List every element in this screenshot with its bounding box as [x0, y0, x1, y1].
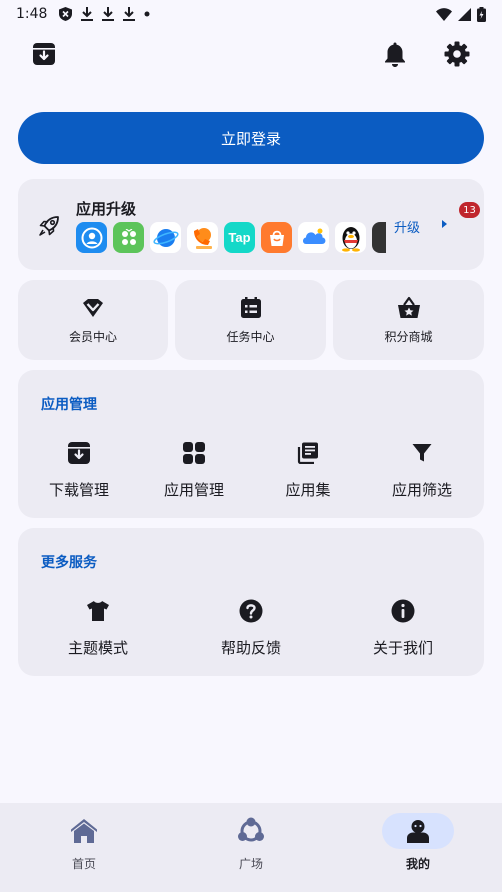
- status-time: 1:48: [16, 6, 48, 22]
- app-filter-item[interactable]: 应用筛选: [364, 440, 480, 500]
- about-us-item[interactable]: 关于我们: [345, 598, 461, 658]
- info-circle-icon: [391, 599, 415, 623]
- nav-profile[interactable]: 我的: [358, 813, 478, 872]
- archive-download-icon: [33, 43, 55, 65]
- upgrade-action-label[interactable]: 升级: [394, 217, 420, 236]
- dot-icon: [144, 11, 150, 17]
- gear-icon: [444, 41, 470, 67]
- app-blue-person-icon: [76, 222, 107, 253]
- nav-home-label: 首页: [71, 857, 96, 871]
- community-icon: [238, 817, 264, 842]
- app-planet-icon: [150, 222, 181, 253]
- shield-x-icon: [59, 7, 73, 21]
- apps-grid-icon: [183, 442, 205, 464]
- theme-mode-label: 主题模式: [67, 639, 128, 657]
- task-center-label: 任务中心: [226, 330, 275, 344]
- task-center-card[interactable]: 任务中心: [175, 280, 326, 360]
- collection-icon: [297, 442, 318, 464]
- top-app-bar: [0, 36, 502, 72]
- vip-chevron-icon: [83, 299, 103, 317]
- app-penguin-icon: [335, 222, 366, 253]
- app-manager-item[interactable]: 应用管理: [136, 440, 252, 500]
- about-us-label: 关于我们: [372, 639, 433, 657]
- vip-center-label: 会员中心: [68, 330, 117, 344]
- app-green-grid-icon: [113, 222, 144, 253]
- upgrade-arrow-icon: [442, 220, 447, 228]
- app-dark-icon: [372, 222, 386, 253]
- nav-square[interactable]: 广场: [191, 813, 311, 872]
- theme-mode-item[interactable]: 主题模式: [40, 598, 156, 658]
- tshirt-icon: [87, 601, 109, 621]
- bottom-navigation: 首页 广场 我的: [0, 803, 502, 892]
- star-basket-icon: [397, 296, 420, 318]
- nav-square-label: 广场: [238, 857, 263, 871]
- battery-icon: [477, 6, 486, 22]
- archive-download-button[interactable]: [28, 38, 60, 70]
- app-filter-label: 应用筛选: [391, 481, 452, 499]
- bell-icon: [385, 42, 405, 67]
- profile-icon: [407, 820, 429, 843]
- notifications-button[interactable]: [379, 38, 411, 70]
- upgrade-app-icons: Tap: [76, 222, 386, 253]
- more-services-title: 更多服务: [41, 555, 97, 571]
- vip-center-card[interactable]: 会员中心: [18, 280, 168, 360]
- app-collection-item[interactable]: 应用集: [250, 440, 366, 500]
- app-orange-phone-icon: [187, 222, 218, 253]
- login-button[interactable]: 立即登录: [18, 112, 484, 164]
- app-blue-cloud-icon: [298, 222, 329, 253]
- download-manager-item[interactable]: 下载管理: [21, 440, 137, 500]
- filter-icon: [412, 444, 432, 462]
- app-orange-bag-icon: [261, 222, 292, 253]
- signal-icon: [458, 7, 471, 21]
- task-calendar-icon: [240, 297, 261, 318]
- app-tap-icon: Tap: [224, 222, 255, 253]
- download-icon: [81, 7, 94, 21]
- status-bar: 1:48: [0, 0, 502, 28]
- download-icon: [102, 7, 115, 21]
- settings-button[interactable]: [441, 38, 473, 70]
- status-system-icons: [436, 6, 486, 22]
- app-collection-label: 应用集: [285, 481, 331, 499]
- more-services-section: 更多服务 主题模式 帮助反馈 关于我们: [18, 528, 484, 676]
- wifi-icon: [436, 7, 452, 21]
- app-management-section: 应用管理 下载管理 应用管理 应用集 应用筛选: [18, 370, 484, 518]
- download-manager-label: 下载管理: [48, 481, 109, 499]
- nav-profile-label: 我的: [405, 857, 430, 871]
- upgrade-title: 应用升级: [76, 200, 137, 218]
- status-notification-icons: [59, 7, 150, 21]
- app-upgrade-card[interactable]: 应用升级 Tap 升级 13: [18, 179, 484, 270]
- app-management-title: 应用管理: [41, 397, 97, 413]
- help-circle-icon: [239, 599, 263, 623]
- home-icon: [71, 819, 97, 843]
- rocket-icon: [39, 216, 59, 236]
- points-mall-card[interactable]: 积分商城: [333, 280, 484, 360]
- points-mall-label: 积分商城: [384, 330, 433, 344]
- app-manager-label: 应用管理: [163, 481, 224, 499]
- help-feedback-item[interactable]: 帮助反馈: [193, 598, 309, 658]
- help-feedback-label: 帮助反馈: [220, 639, 281, 657]
- nav-home[interactable]: 首页: [24, 813, 144, 872]
- upgrade-count-badge: 13: [459, 202, 480, 218]
- download-icon: [123, 7, 136, 21]
- download-box-icon: [68, 442, 90, 464]
